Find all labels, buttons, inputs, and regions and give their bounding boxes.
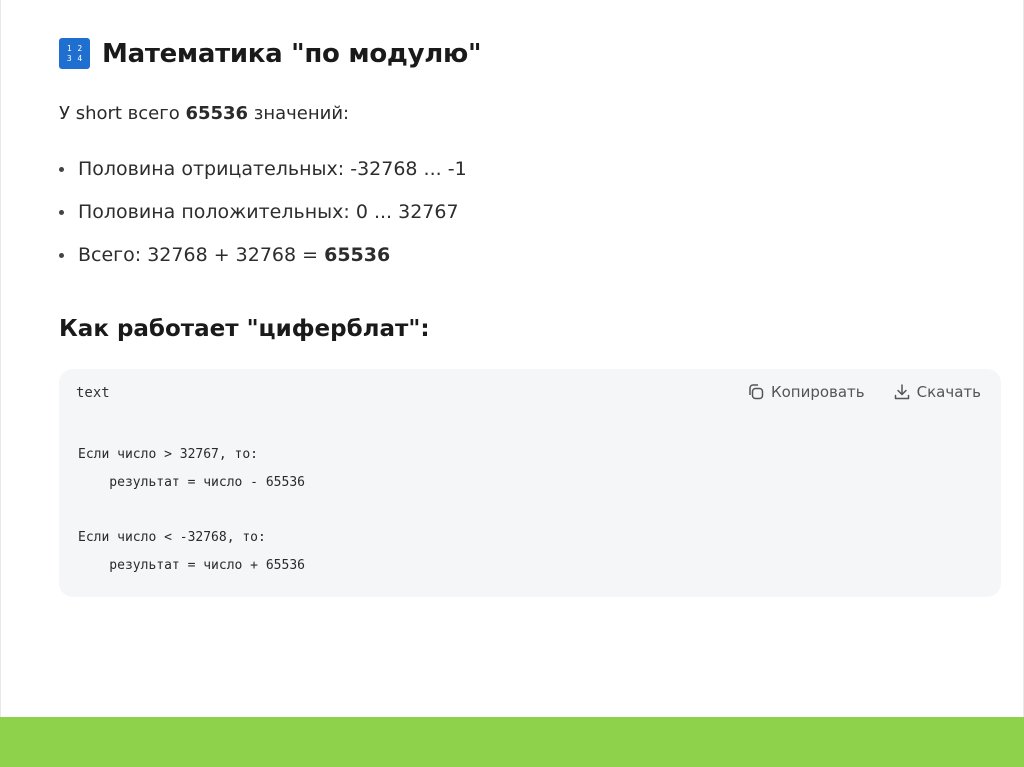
- copy-button[interactable]: Копировать: [747, 383, 865, 401]
- list-item-text-prefix: Всего: 32768 + 32768 =: [78, 244, 325, 266]
- download-icon: [894, 384, 909, 400]
- code-line: Если число > 32767, то:: [78, 447, 259, 462]
- code-line: Если число < -32768, то:: [78, 530, 266, 546]
- intro-count: 65536: [185, 103, 249, 124]
- code-content: Если число > 32767, то: результат = числ…: [78, 441, 305, 579]
- icon-glyph: 3: [66, 53, 72, 63]
- code-language-label: text: [76, 385, 110, 401]
- download-button-label: Скачать: [916, 383, 981, 401]
- numbers-1234-icon: 1 2 3 4: [59, 38, 90, 69]
- page-title: 1 2 3 4 Математика "по модулю": [59, 38, 482, 69]
- icon-glyph: 4: [77, 53, 83, 63]
- code-line: результат = число + 65536: [78, 557, 305, 573]
- list-item: Половина положительных: 0 ... 32767: [59, 198, 467, 241]
- footer-accent-bar: [0, 717, 1024, 767]
- download-button[interactable]: Скачать: [893, 383, 981, 401]
- list-item: Всего: 32768 + 32768 = 65536: [59, 241, 467, 284]
- list-item-text: Всего: 32768 + 32768 = 65536: [78, 241, 390, 269]
- copy-icon: [749, 384, 764, 400]
- code-block: text Копировать Скачать Если число > 327…: [59, 369, 1001, 597]
- bullet-dot: [59, 210, 64, 215]
- section-heading: Как работает "циферблат":: [59, 316, 430, 342]
- list-item-text-bold: 65536: [324, 244, 391, 266]
- list-item: Половина отрицательных: -32768 ... -1: [59, 155, 467, 198]
- bullet-dot: [59, 253, 64, 258]
- bullet-dot: [59, 167, 64, 172]
- intro-paragraph: У short всего 65536 значений:: [59, 103, 349, 124]
- intro-prefix: У short всего: [59, 103, 186, 124]
- code-actions: Копировать Скачать: [747, 383, 981, 401]
- icon-glyph: 1: [66, 44, 72, 53]
- intro-suffix: значений:: [248, 103, 350, 124]
- code-line: результат = число - 65536: [78, 474, 305, 490]
- copy-button-label: Копировать: [770, 383, 865, 401]
- list-item-text: Половина отрицательных: -32768 ... -1: [78, 158, 467, 180]
- page-title-text: Математика "по модулю": [102, 38, 482, 69]
- bullet-list: Половина отрицательных: -32768 ... -1 По…: [59, 155, 467, 284]
- icon-glyph: 2: [77, 44, 83, 53]
- list-item-text: Половина положительных: 0 ... 32767: [78, 201, 459, 223]
